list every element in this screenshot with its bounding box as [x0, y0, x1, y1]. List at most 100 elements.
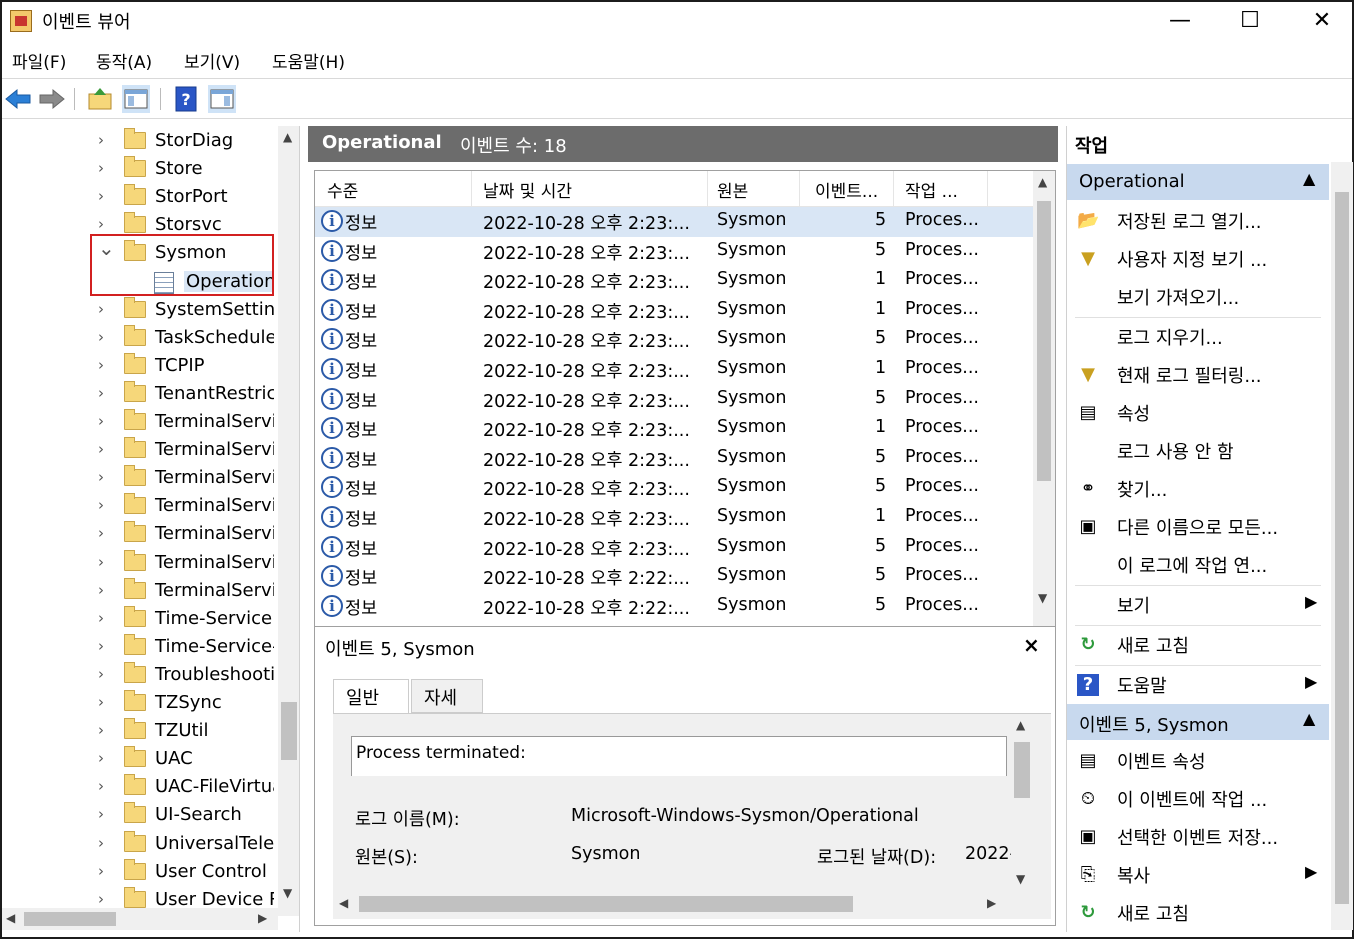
column-level[interactable]: 수준: [327, 177, 358, 202]
scroll-up-icon[interactable]: ▲: [1016, 718, 1025, 732]
tree-item[interactable]: › UAC-FileVirtualization: [2, 774, 274, 802]
scroll-left-icon[interactable]: ◀: [339, 896, 348, 910]
show-hide-tree-icon[interactable]: [122, 85, 150, 113]
menu-help[interactable]: 도움말(H): [272, 48, 345, 73]
close-button[interactable]: ✕: [1302, 6, 1342, 36]
tree-item[interactable]: › UniversalTelemetry: [2, 830, 274, 859]
tree-item[interactable]: › TerminalServices: [2, 409, 274, 437]
forward-arrow-icon[interactable]: [38, 85, 66, 113]
grid-scroll-thumb[interactable]: [1037, 201, 1051, 481]
action-item[interactable]: ▣ 다른 이름으로 모든...: [1067, 508, 1329, 545]
section-event[interactable]: 이벤트 5, Sysmon ▲: [1067, 704, 1329, 740]
action-item[interactable]: ▤ 속성: [1067, 394, 1329, 431]
chevron-right-icon[interactable]: ›: [98, 609, 104, 627]
tree-item[interactable]: › Time-Service: [2, 605, 274, 634]
scroll-down-icon[interactable]: ▼: [283, 886, 292, 900]
tree-scroll-thumb[interactable]: [281, 702, 297, 760]
menu-file[interactable]: 파일(F): [12, 48, 66, 73]
event-row[interactable]: i 정보 2022-10-28 오후 2:23:... Sysmon 5 Proces..…: [315, 385, 1035, 415]
event-row[interactable]: i 정보 2022-10-28 오후 2:23:... Sysmon 5 Proces..…: [315, 473, 1035, 503]
detail-vertical-scrollbar[interactable]: ▲ ▼: [1011, 714, 1033, 892]
column-event-id[interactable]: 이벤트...: [815, 177, 878, 202]
action-item[interactable]: 보기 ▶: [1067, 586, 1329, 623]
tab-details[interactable]: 자세히: [411, 679, 483, 735]
chevron-right-icon[interactable]: ›: [98, 215, 104, 233]
scroll-down-icon[interactable]: ▼: [1016, 872, 1025, 886]
chevron-right-icon[interactable]: ›: [98, 777, 104, 795]
action-item[interactable]: ▤ 이벤트 속성: [1067, 742, 1329, 779]
chevron-right-icon[interactable]: ›: [98, 328, 104, 346]
tree-hscroll-thumb[interactable]: [24, 912, 116, 926]
section-operational[interactable]: Operational ▲: [1067, 164, 1329, 200]
tree-item[interactable]: › TerminalServices: [2, 465, 274, 493]
scroll-right-icon[interactable]: ▶: [258, 911, 267, 925]
event-row[interactable]: i 정보 2022-10-28 오후 2:23:... Sysmon 1 Proces..…: [315, 266, 1035, 296]
tree-item[interactable]: › TerminalServices: [2, 493, 274, 521]
folder-up-icon[interactable]: [86, 85, 114, 113]
column-source[interactable]: 원본: [717, 177, 748, 202]
menu-action[interactable]: 동작(A): [96, 48, 152, 73]
tree-item[interactable]: › StorDiag: [2, 128, 274, 156]
tree-item[interactable]: › TZSync: [2, 690, 274, 718]
action-item[interactable]: ? 도움말 ▶: [1067, 666, 1329, 703]
event-row[interactable]: i 정보 2022-10-28 오후 2:23:... Sysmon 5 Proces..…: [315, 533, 1035, 563]
tree-item[interactable]: › TenantRestrictions: [2, 380, 274, 409]
event-row[interactable]: i 정보 2022-10-28 오후 2:23:... Sysmon 1 Proces..…: [315, 414, 1035, 444]
chevron-right-icon[interactable]: ›: [98, 524, 104, 542]
action-item[interactable]: ▣ 선택한 이벤트 저장...: [1067, 818, 1329, 855]
chevron-right-icon[interactable]: ›: [98, 805, 104, 823]
tree-item[interactable]: › TZUtil: [2, 718, 274, 746]
collapse-up-icon[interactable]: ▲: [1303, 169, 1315, 188]
tree-item[interactable]: › TaskScheduler: [2, 324, 274, 353]
chevron-right-icon[interactable]: ›: [98, 834, 104, 852]
scroll-down-icon[interactable]: ▼: [1038, 591, 1047, 605]
detail-close-button[interactable]: ×: [1023, 633, 1040, 657]
chevron-right-icon[interactable]: ›: [98, 159, 104, 177]
action-item[interactable]: 이 로그에 작업 연...: [1067, 546, 1329, 583]
chevron-right-icon[interactable]: ›: [98, 300, 104, 318]
event-row[interactable]: i 정보 2022-10-28 오후 2:23:... Sysmon 5 Proces..…: [315, 325, 1035, 355]
chevron-right-icon[interactable]: ›: [98, 131, 104, 149]
event-row[interactable]: i 정보 2022-10-28 오후 2:22:... Sysmon 5 Proces..…: [315, 592, 1035, 622]
tree-item[interactable]: › StorPort: [2, 184, 274, 212]
action-item[interactable]: ⏲ 이 이벤트에 작업 ...: [1067, 780, 1329, 817]
tab-general[interactable]: 일반: [333, 679, 409, 713]
action-item[interactable]: 로그 사용 안 함: [1067, 432, 1329, 469]
chevron-right-icon[interactable]: ›: [98, 440, 104, 458]
tree-item[interactable]: › Store: [2, 156, 274, 184]
event-row[interactable]: i 정보 2022-10-28 오후 2:23:... Sysmon 5 Proces..…: [315, 444, 1035, 474]
chevron-right-icon[interactable]: ›: [98, 356, 104, 374]
chevron-right-icon[interactable]: ›: [98, 581, 104, 599]
column-task[interactable]: 작업 ...: [905, 177, 958, 202]
chevron-right-icon[interactable]: ›: [98, 412, 104, 430]
chevron-right-icon[interactable]: ›: [98, 468, 104, 486]
action-item[interactable]: ▼ 사용자 지정 보기 ...: [1067, 240, 1329, 277]
tree-item[interactable]: › TerminalServices: [2, 577, 274, 606]
chevron-right-icon[interactable]: ›: [98, 553, 104, 571]
menu-view[interactable]: 보기(V): [184, 48, 240, 73]
tree-item[interactable]: › TCPIP: [2, 352, 274, 381]
chevron-right-icon[interactable]: ›: [98, 665, 104, 683]
detail-scroll-thumb[interactable]: [1014, 742, 1030, 798]
action-item[interactable]: 📂 저장된 로그 열기...: [1067, 202, 1329, 239]
action-item[interactable]: ↻ 새로 고침: [1067, 626, 1329, 663]
chevron-right-icon[interactable]: ›: [98, 496, 104, 514]
column-datetime[interactable]: 날짜 및 시간: [483, 177, 572, 202]
action-item[interactable]: ▼ 현재 로그 필터링...: [1067, 356, 1329, 393]
event-row[interactable]: i 정보 2022-10-28 오후 2:23:... Sysmon 1 Proces..…: [315, 355, 1035, 385]
event-row[interactable]: i 정보 2022-10-28 오후 2:23:... Sysmon 5 Proces..…: [315, 237, 1035, 267]
action-item[interactable]: ⚭ 찾기...: [1067, 470, 1329, 507]
help-icon[interactable]: ?: [172, 85, 200, 113]
event-row[interactable]: i 정보 2022-10-28 오후 2:23:... Sysmon 1 Proces..…: [315, 503, 1035, 533]
event-row[interactable]: i 정보 2022-10-28 오후 2:23:... Sysmon 1 Proces..…: [315, 296, 1035, 326]
chevron-right-icon[interactable]: ›: [98, 862, 104, 880]
chevron-right-icon[interactable]: ›: [98, 187, 104, 205]
detail-horizontal-scrollbar[interactable]: ◀ ▶: [333, 892, 1011, 916]
chevron-right-icon[interactable]: ›: [98, 749, 104, 767]
tree-item[interactable]: › Time-Service-PTP: [2, 633, 274, 662]
action-item[interactable]: 로그 지우기...: [1067, 318, 1329, 355]
show-hide-action-pane-icon[interactable]: [208, 85, 236, 113]
action-item[interactable]: 보기 가져오기...: [1067, 278, 1329, 315]
action-item[interactable]: ↻ 새로 고침: [1067, 894, 1329, 931]
tree-item[interactable]: › User Control Panel: [2, 858, 274, 887]
